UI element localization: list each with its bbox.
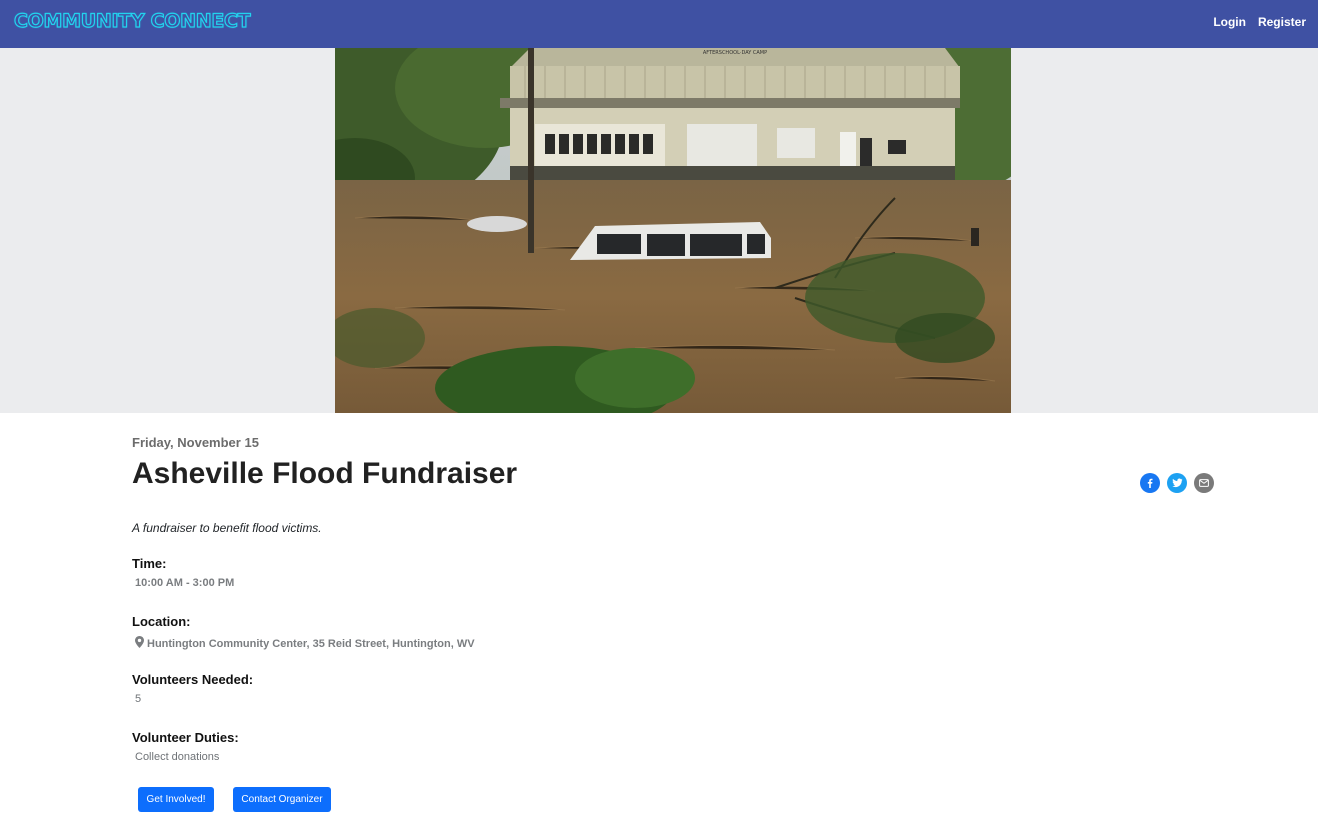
- event-title: Asheville Flood Fundraiser: [132, 457, 518, 490]
- map-pin-icon: [135, 635, 144, 653]
- brand-logo[interactable]: COMMUNITY CONNECT: [13, 9, 251, 32]
- duties-value: Collect donations: [135, 751, 220, 763]
- time-value: 10:00 AM - 3:00 PM: [135, 577, 235, 589]
- location-label: Location:: [132, 614, 191, 629]
- event-photo: AFTERSCHOOL·DAY CAMP: [335, 48, 1011, 413]
- email-icon[interactable]: [1194, 473, 1214, 493]
- nav-links: Login Register: [1213, 15, 1306, 29]
- share-buttons: [1140, 473, 1214, 493]
- svg-text:AFTERSCHOOL·DAY CAMP: AFTERSCHOOL·DAY CAMP: [703, 50, 767, 56]
- time-label: Time:: [132, 556, 167, 571]
- login-link[interactable]: Login: [1213, 15, 1246, 29]
- location-row: Huntington Community Center, 35 Reid Str…: [135, 635, 475, 653]
- facebook-icon[interactable]: [1140, 473, 1160, 493]
- volunteers-label: Volunteers Needed:: [132, 672, 254, 687]
- duties-label: Volunteer Duties:: [132, 730, 239, 745]
- get-involved-button[interactable]: Get Involved!: [138, 787, 214, 812]
- hero-banner: AFTERSCHOOL·DAY CAMP: [0, 48, 1318, 413]
- event-date: Friday, November 15: [132, 435, 259, 450]
- event-description: A fundraiser to benefit flood victims.: [132, 521, 322, 535]
- register-link[interactable]: Register: [1258, 15, 1306, 29]
- navbar: COMMUNITY CONNECT Login Register: [0, 0, 1318, 48]
- volunteers-value: 5: [135, 693, 142, 705]
- contact-organizer-button[interactable]: Contact Organizer: [233, 787, 331, 812]
- twitter-icon[interactable]: [1167, 473, 1187, 493]
- location-value: Huntington Community Center, 35 Reid Str…: [147, 638, 475, 650]
